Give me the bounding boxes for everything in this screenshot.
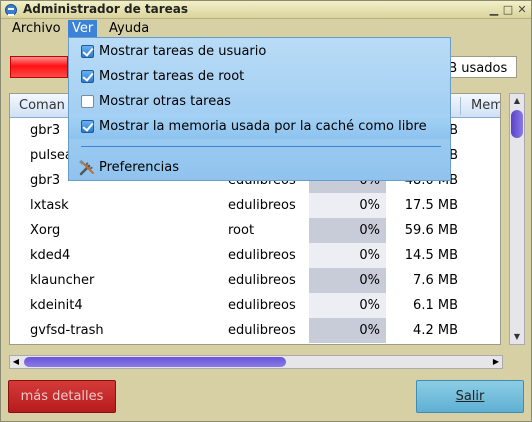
memory-cell: 4.2 MB: [413, 323, 458, 338]
cpu-cell: 0%: [359, 223, 380, 238]
menu-item-show-other-tasks[interactable]: Mostrar otras tareas: [69, 89, 450, 114]
checkbox-icon: [81, 45, 94, 58]
user-cell: edulibreos: [228, 273, 296, 288]
table-row[interactable]: lxtask edulibreos 0% 17.5 MB: [10, 193, 500, 218]
memory-cell: 17.5 MB: [404, 198, 458, 213]
command-cell: kded4: [30, 248, 71, 263]
horizontal-scroll-thumb[interactable]: [24, 357, 286, 367]
more-details-button[interactable]: más detalles: [8, 380, 116, 413]
memory-cell: 59.6 MB: [404, 223, 458, 238]
user-cell: edulibreos: [228, 323, 296, 338]
table-row[interactable]: klauncher edulibreos 0% 7.6 MB: [10, 268, 500, 293]
menu-item-show-user-tasks[interactable]: Mostrar tareas de usuario: [69, 39, 450, 64]
vertical-scrollbar[interactable]: ▲ ▼: [509, 93, 525, 345]
menu-item-show-root-tasks[interactable]: Mostrar tareas de root: [69, 64, 450, 89]
table-row[interactable]: kdeinit4 edulibreos 0% 6.1 MB: [10, 293, 500, 318]
user-cell: root: [228, 223, 255, 238]
menu-item-label: Mostrar tareas de usuario: [99, 44, 267, 59]
header-divider: [460, 97, 461, 115]
scroll-right-icon[interactable]: ▶: [490, 356, 502, 368]
quit-button[interactable]: Salir: [416, 380, 524, 413]
command-cell: lxtask: [30, 198, 69, 213]
checkbox-icon: [81, 120, 94, 133]
user-cell: edulibreos: [228, 198, 296, 213]
ver-menu-dropdown: Mostrar tareas de usuario Mostrar tareas…: [68, 37, 451, 181]
table-row[interactable]: Xorg root 0% 59.6 MB: [10, 218, 500, 243]
column-memory[interactable]: Memo: [462, 94, 500, 118]
vertical-scroll-thumb[interactable]: [511, 110, 523, 138]
menu-ayuda[interactable]: Ayuda: [105, 20, 153, 38]
cpu-cell: 0%: [359, 298, 380, 313]
menu-separator: [81, 146, 441, 147]
user-cell: edulibreos: [228, 248, 296, 263]
command-cell: pulsea: [30, 148, 73, 163]
minimize-icon[interactable]: ▁: [487, 3, 501, 17]
column-command[interactable]: Coman: [10, 94, 65, 118]
memory-cell: 14.5 MB: [404, 248, 458, 263]
command-cell: klauncher: [30, 273, 95, 288]
scroll-down-icon[interactable]: ▼: [510, 330, 524, 344]
cpu-cell: 0%: [359, 248, 380, 263]
quit-label: Salir: [455, 389, 485, 404]
cpu-cell: 0%: [359, 198, 380, 213]
table-row[interactable]: gvfsd-trash edulibreos 0% 4.2 MB: [10, 318, 500, 343]
command-cell: gbr3: [30, 173, 61, 188]
memory-usage-bar: [10, 56, 68, 78]
menu-item-label: Mostrar otras tareas: [99, 94, 231, 109]
command-cell: gvfsd-trash: [30, 323, 104, 338]
table-row[interactable]: kded4 edulibreos 0% 14.5 MB: [10, 243, 500, 268]
menu-item-label: Mostrar la memoria usada por la caché co…: [99, 119, 427, 134]
task-manager-window: Administrador de tareas ▁ □ ✕ Archivo Ve…: [0, 0, 532, 422]
tools-icon: [79, 160, 94, 176]
title-bar[interactable]: Administrador de tareas ▁ □ ✕: [1, 1, 531, 19]
checkbox-icon: [81, 70, 94, 83]
menu-item-cache-as-free[interactable]: Mostrar la memoria usada por la caché co…: [69, 114, 450, 139]
cpu-cell: 0%: [359, 273, 380, 288]
scroll-up-icon[interactable]: ▲: [510, 94, 524, 108]
menu-item-preferences[interactable]: Preferencias: [69, 155, 450, 180]
memory-cell: 6.1 MB: [413, 298, 458, 313]
close-icon[interactable]: ✕: [515, 3, 529, 17]
maximize-icon[interactable]: □: [501, 3, 515, 17]
window-title: Administrador de tareas: [23, 2, 189, 16]
command-cell: Xorg: [30, 223, 61, 238]
menu-item-label: Mostrar tareas de root: [99, 69, 245, 84]
preferences-label: Preferencias: [99, 160, 180, 175]
app-icon: [5, 4, 17, 16]
menu-ver[interactable]: Ver: [68, 20, 98, 38]
menu-bar: Archivo Ver Ayuda: [1, 19, 531, 39]
horizontal-scrollbar[interactable]: ◀ ▶: [9, 355, 503, 369]
scroll-left-icon[interactable]: ◀: [10, 356, 22, 368]
checkbox-icon: [81, 95, 94, 108]
command-cell: kdeinit4: [30, 298, 83, 313]
menu-archivo[interactable]: Archivo: [8, 20, 65, 38]
memory-cell: 7.6 MB: [413, 273, 458, 288]
user-cell: edulibreos: [228, 298, 296, 313]
command-cell: gbr3: [30, 123, 61, 138]
cpu-cell: 0%: [359, 323, 380, 338]
